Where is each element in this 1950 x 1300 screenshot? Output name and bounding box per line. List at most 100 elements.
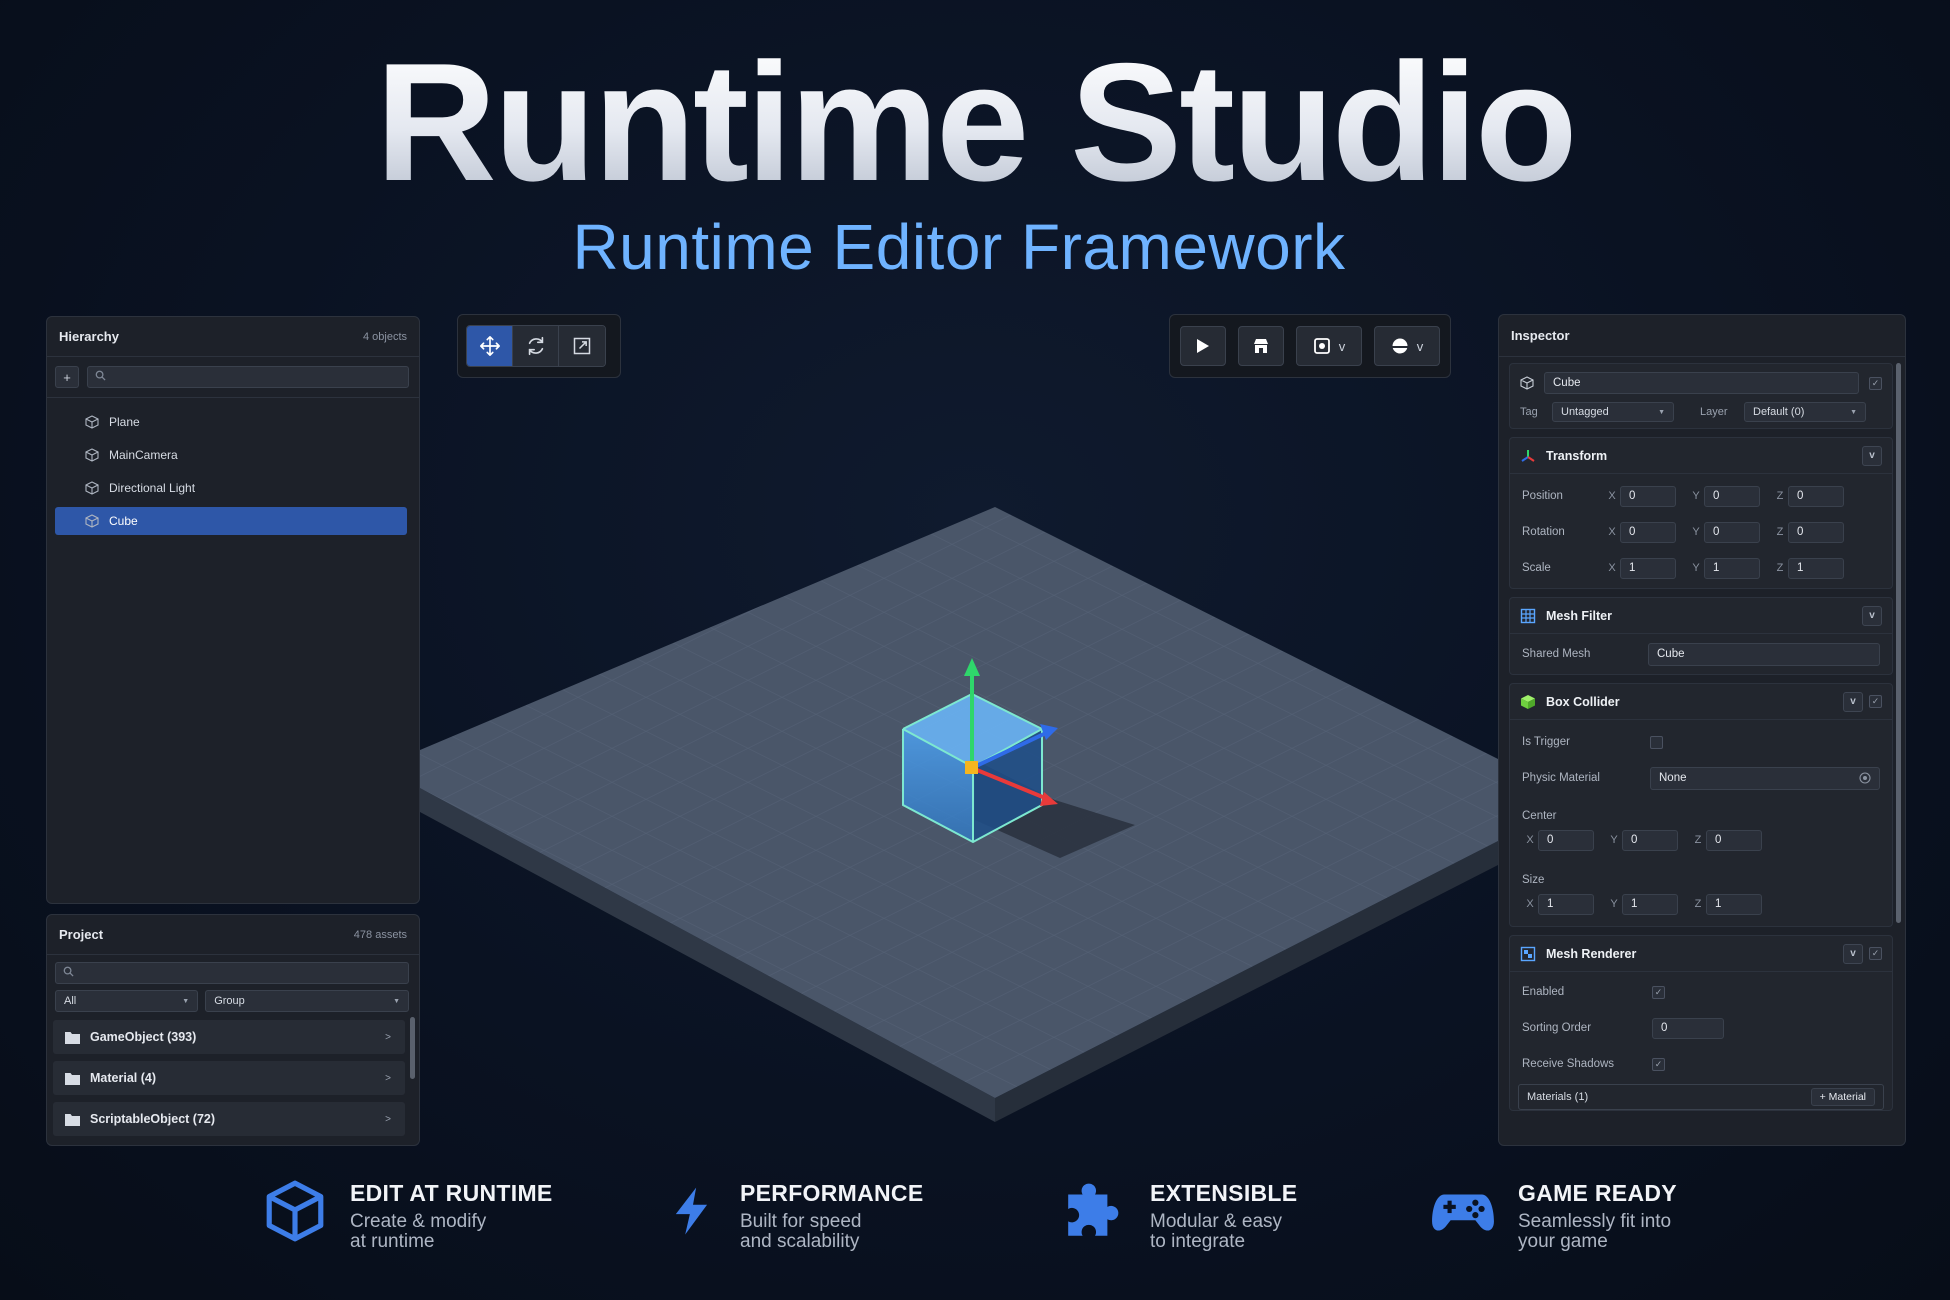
center-label: Center bbox=[1522, 810, 1557, 822]
dropdown-caret: v bbox=[1338, 338, 1346, 354]
component-enabled-checkbox[interactable]: ✓ bbox=[1869, 695, 1882, 708]
vector-component-input[interactable]: 1 bbox=[1788, 557, 1844, 579]
mesh-renderer-header[interactable]: Mesh Renderer v ✓ bbox=[1510, 936, 1892, 972]
axis-label: Z bbox=[1776, 490, 1784, 502]
collapse-button[interactable]: v bbox=[1843, 691, 1863, 712]
play-button[interactable] bbox=[1180, 326, 1226, 366]
axis-label: Y bbox=[1610, 834, 1618, 846]
vector-component-input[interactable]: 1 bbox=[1620, 557, 1676, 579]
project-folder-row[interactable]: GameObject (393) > bbox=[53, 1020, 405, 1054]
physic-material-field[interactable]: None bbox=[1650, 766, 1880, 790]
hierarchy-item[interactable]: Cube bbox=[55, 507, 407, 535]
materials-label: Materials (1) bbox=[1527, 1091, 1589, 1103]
sorting-order-value: 0 bbox=[1661, 1022, 1668, 1034]
sorting-order-input[interactable]: 0 bbox=[1652, 1017, 1724, 1039]
puzzle-icon bbox=[1068, 1183, 1119, 1236]
add-material-button[interactable]: + Material bbox=[1810, 1088, 1875, 1106]
gizmo-settings-dropdown[interactable]: v bbox=[1296, 326, 1362, 366]
tag-dropdown[interactable]: Untagged ▼ bbox=[1552, 402, 1674, 422]
folder-label: ScriptableObject (72) bbox=[90, 1112, 216, 1126]
vector-component-value: 0 bbox=[1631, 834, 1638, 846]
hierarchy-item[interactable]: MainCamera bbox=[55, 441, 407, 469]
chevron-right-icon: > bbox=[385, 1072, 391, 1084]
hierarchy-search-input[interactable] bbox=[87, 366, 409, 388]
receive-shadows-checkbox[interactable]: ✓ bbox=[1652, 1057, 1665, 1071]
vector-component-input[interactable]: 0 bbox=[1622, 829, 1678, 851]
vector-component-input[interactable]: 1 bbox=[1704, 557, 1760, 579]
hierarchy-item[interactable]: Directional Light bbox=[55, 474, 407, 502]
is-trigger-checkbox[interactable] bbox=[1650, 735, 1663, 749]
project-count: 478 assets bbox=[353, 928, 407, 941]
store-button[interactable] bbox=[1238, 326, 1284, 366]
sorting-order-label: Sorting Order bbox=[1522, 1022, 1592, 1034]
vector-component-input[interactable]: 1 bbox=[1538, 893, 1594, 915]
collapse-button[interactable]: v bbox=[1862, 445, 1882, 466]
vector-component-input[interactable]: 1 bbox=[1706, 893, 1762, 915]
filter-dropdown[interactable]: All ▼ bbox=[55, 990, 199, 1012]
add-object-button[interactable]: + bbox=[55, 366, 79, 388]
vector-component-input[interactable]: 0 bbox=[1538, 829, 1594, 851]
feature-extensible: EXTENSIBLE Modular & easy to integrate bbox=[1062, 1180, 1297, 1252]
feature-desc-line2: to integrate bbox=[1150, 1231, 1246, 1252]
vector-component-input[interactable]: 0 bbox=[1620, 485, 1676, 507]
physic-material-label: Physic Material bbox=[1522, 772, 1600, 784]
shading-mode-dropdown[interactable]: v bbox=[1374, 326, 1440, 366]
transform-header[interactable]: Transform v bbox=[1510, 438, 1892, 474]
position-label: Position bbox=[1522, 490, 1563, 502]
mesh-filter-title: Mesh Filter bbox=[1546, 608, 1612, 623]
vector-component-input[interactable]: 0 bbox=[1620, 521, 1676, 543]
scene-viewport[interactable] bbox=[420, 312, 1500, 1152]
layer-dropdown[interactable]: Default (0) ▼ bbox=[1744, 402, 1866, 422]
group-dropdown[interactable]: Group ▼ bbox=[205, 990, 409, 1012]
axis-label: X bbox=[1526, 898, 1534, 910]
vector-component-value: 0 bbox=[1715, 834, 1722, 846]
rotate-icon bbox=[528, 336, 543, 356]
caret-down-icon: ▼ bbox=[1850, 408, 1857, 416]
vector-component-value: 0 bbox=[1713, 490, 1720, 502]
scale-tool-button[interactable] bbox=[559, 326, 605, 366]
object-picker-icon[interactable] bbox=[1859, 772, 1871, 784]
axis-label: Z bbox=[1776, 526, 1784, 538]
vector-component-input[interactable]: 0 bbox=[1706, 829, 1762, 851]
inspector-header: Inspector bbox=[1499, 315, 1905, 357]
project-scrollbar[interactable] bbox=[410, 1017, 415, 1079]
shared-mesh-field[interactable]: Cube bbox=[1648, 642, 1880, 666]
enabled-checkbox[interactable]: ✓ bbox=[1652, 985, 1665, 999]
search-icon bbox=[95, 370, 106, 384]
hierarchy-item-label: MainCamera bbox=[109, 448, 178, 462]
mesh-filter-header[interactable]: Mesh Filter v bbox=[1510, 598, 1892, 634]
size-row: X 1 Y 1 Z 1 bbox=[1510, 886, 1892, 922]
transform-component: Transform v Position X 0 Y 0 Z 0 Rotation X 0 Y 0 Z 0… bbox=[1509, 437, 1893, 589]
component-enabled-checkbox[interactable]: ✓ bbox=[1869, 947, 1882, 960]
folder-label: GameObject (393) bbox=[90, 1030, 197, 1044]
axis-label: Y bbox=[1692, 526, 1700, 538]
project-search-input[interactable] bbox=[55, 962, 409, 984]
inspector-scrollbar[interactable] bbox=[1896, 363, 1901, 923]
collapse-button[interactable]: v bbox=[1862, 605, 1882, 626]
project-folder-row[interactable]: Material (4) > bbox=[53, 1061, 405, 1095]
feature-desc-line1: Create & modify bbox=[350, 1211, 487, 1232]
vector-component-input[interactable]: 0 bbox=[1704, 521, 1760, 543]
mesh-renderer-component: Mesh Renderer v ✓ Enabled ✓ Sorting Orde… bbox=[1509, 935, 1893, 1111]
hierarchy-title: Hierarchy bbox=[59, 329, 119, 344]
vector-component-input[interactable]: 0 bbox=[1704, 485, 1760, 507]
position-row: Position X 0 Y 0 Z 0 bbox=[1510, 478, 1892, 514]
vector-component-input[interactable]: 0 bbox=[1788, 521, 1844, 543]
vector-component-input[interactable]: 0 bbox=[1788, 485, 1844, 507]
vector-component-input[interactable]: 1 bbox=[1622, 893, 1678, 915]
hierarchy-header: Hierarchy 4 objects bbox=[47, 317, 419, 357]
inspector-title: Inspector bbox=[1511, 328, 1570, 343]
collapse-button[interactable]: v bbox=[1843, 943, 1863, 964]
move-tool-button[interactable] bbox=[467, 326, 513, 366]
rotate-tool-button[interactable] bbox=[513, 326, 559, 366]
box-collider-header[interactable]: Box Collider v ✓ bbox=[1510, 684, 1892, 720]
object-active-checkbox[interactable]: ✓ bbox=[1869, 376, 1882, 390]
object-name-value: Cube bbox=[1553, 377, 1581, 389]
transform-icon bbox=[1521, 449, 1535, 462]
project-panel: Project 478 assets All ▼ Group ▼ GameObj… bbox=[46, 914, 420, 1146]
gear-icon bbox=[1313, 338, 1330, 354]
axis-label: Z bbox=[1694, 898, 1702, 910]
project-folder-row[interactable]: ScriptableObject (72) > bbox=[53, 1102, 405, 1136]
object-name-input[interactable]: Cube bbox=[1544, 372, 1859, 394]
hierarchy-item[interactable]: Plane bbox=[55, 408, 407, 436]
